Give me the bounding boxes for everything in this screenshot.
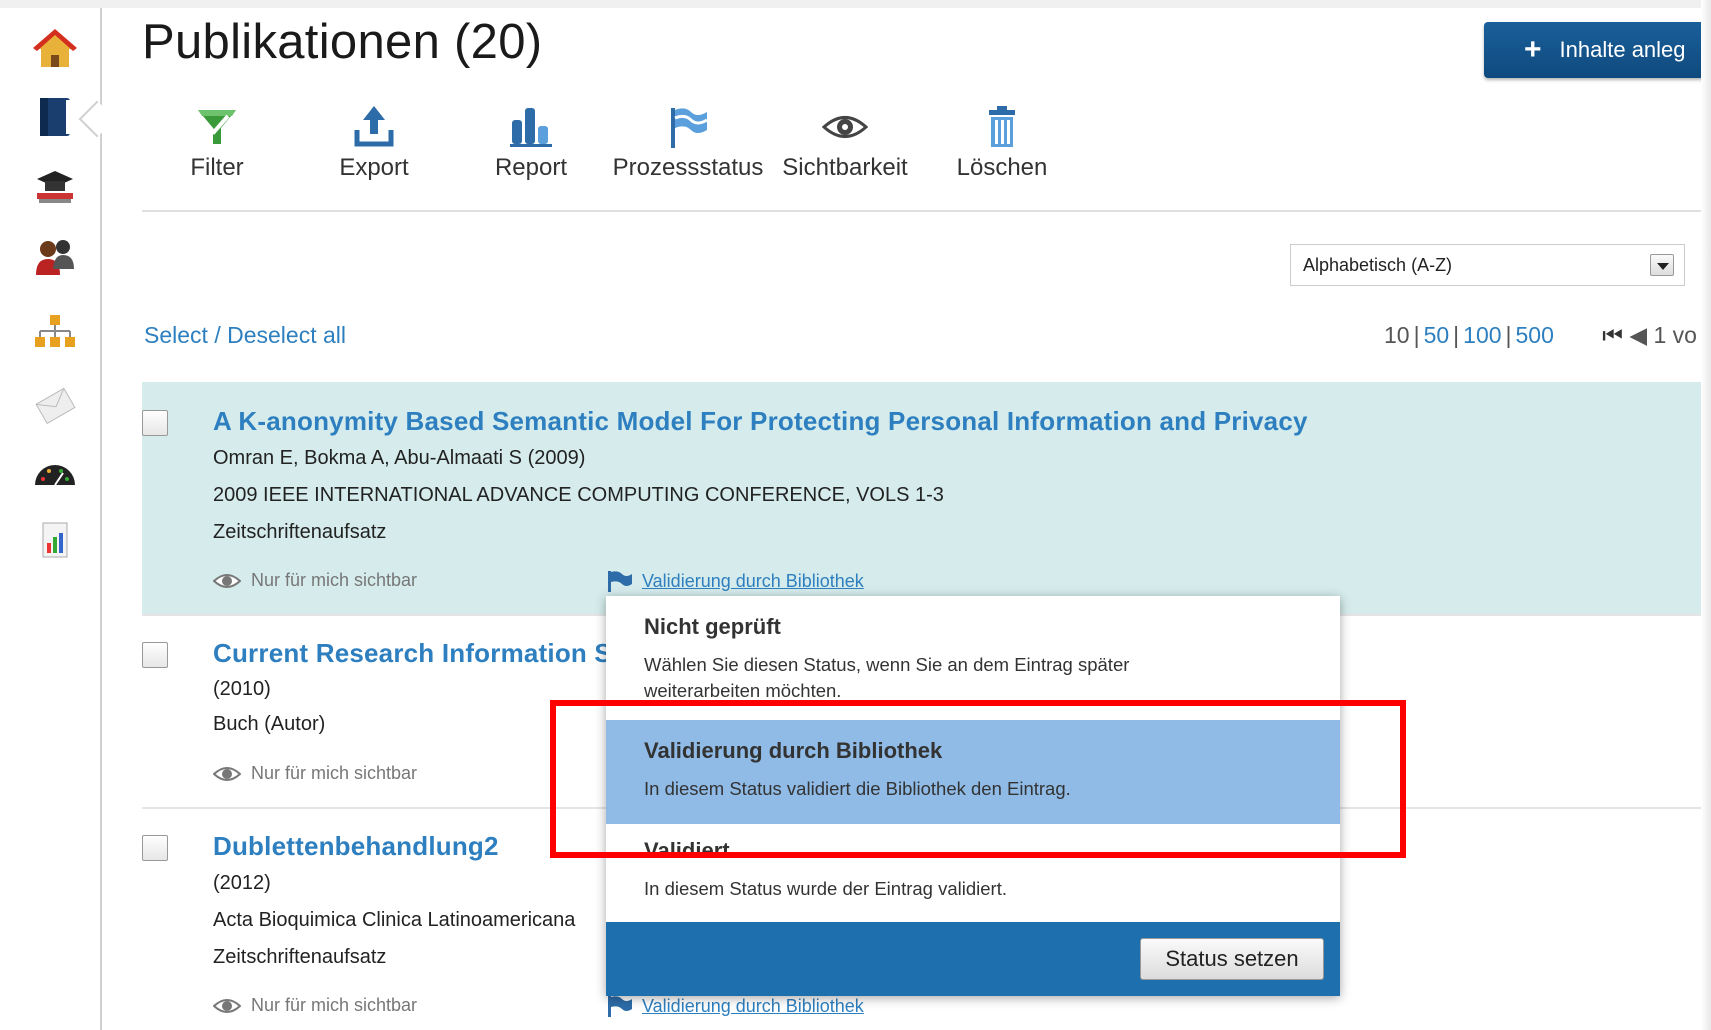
publication-title[interactable]: A K-anonymity Based Semantic Model For P… <box>213 406 1308 437</box>
plus-icon: + <box>1524 33 1542 66</box>
process-status-label: Prozessstatus <box>612 154 764 181</box>
process-status-link[interactable]: Validierung durch Bibliothek <box>606 995 864 1017</box>
window-top-edge <box>0 0 1711 8</box>
visibility-text: Nur für mich sichtbar <box>251 570 418 590</box>
report-chart-icon[interactable] <box>32 518 78 564</box>
delete-button[interactable]: Löschen <box>917 104 1087 182</box>
toolbar-divider <box>142 210 1702 212</box>
process-status-link[interactable]: Validierung durch Bibliothek <box>606 570 864 592</box>
previous-page-icon[interactable]: ◀ <box>1629 322 1647 348</box>
org-chart-icon[interactable] <box>32 308 78 354</box>
page-size-10[interactable]: 10 <box>1384 322 1410 348</box>
visibility-text: Nur für mich sichtbar <box>251 763 418 783</box>
left-sidebar <box>10 8 102 1030</box>
envelope-icon[interactable] <box>32 382 78 428</box>
filter-button[interactable]: Filter <box>132 104 302 182</box>
status-option-description: Wählen Sie diesen Status, wenn Sie an de… <box>644 654 1130 701</box>
publication-title[interactable]: Current Research Information Sy <box>213 638 627 669</box>
first-page-icon[interactable]: ⏮ <box>1602 322 1623 348</box>
publication-source: Acta Bioquimica Clinica Latinoamericana <box>213 909 576 931</box>
select-deselect-all-link[interactable]: Select / Deselect all <box>144 322 346 349</box>
process-status-text: Validierung durch Bibliothek <box>642 570 864 591</box>
flag-icon <box>608 996 632 1017</box>
visibility-button[interactable]: Sichtbarkeit <box>760 104 930 182</box>
report-button[interactable]: Report <box>446 104 616 182</box>
page-size-100[interactable]: 100 <box>1463 322 1501 348</box>
publication-authors: Omran E, Bokma A, Abu-Almaati S (2009) <box>213 447 586 469</box>
eye-icon <box>213 998 241 1013</box>
eye-icon <box>213 573 241 588</box>
page-size-50[interactable]: 50 <box>1424 322 1450 348</box>
process-status-button[interactable]: Prozessstatus <box>603 104 773 182</box>
add-content-button[interactable]: + Inhalte anleg <box>1484 22 1711 78</box>
eye-icon <box>213 766 241 781</box>
page-title: Publikationen (20) <box>142 15 543 69</box>
visibility-status: Nur für mich sichtbar <box>213 995 417 1016</box>
flag-icon <box>671 108 708 148</box>
popup-footer: Status setzen <box>606 922 1340 996</box>
publication-type: Zeitschriftenaufsatz <box>213 521 387 543</box>
add-content-label: Inhalte anleg <box>1559 37 1686 62</box>
export-icon <box>354 106 394 147</box>
book-icon[interactable] <box>32 94 78 140</box>
report-icon <box>510 108 552 147</box>
visibility-text: Nur für mich sichtbar <box>251 995 418 1015</box>
report-label: Report <box>494 154 568 181</box>
annotation-highlight-box <box>550 700 1406 858</box>
filter-label: Filter <box>190 154 244 181</box>
visibility-status: Nur für mich sichtbar <box>213 763 417 784</box>
visibility-label: Sichtbarkeit <box>782 154 908 181</box>
publication-source: 2009 IEEE INTERNATIONAL ADVANCE COMPUTIN… <box>213 484 944 506</box>
page-size-500[interactable]: 500 <box>1516 322 1554 348</box>
flag-icon <box>608 571 632 592</box>
visibility-status: Nur für mich sichtbar <box>213 570 417 591</box>
sort-order-select[interactable]: Alphabetisch (A-Z) <box>1290 244 1685 286</box>
publication-title[interactable]: Dublettenbehandlung2 <box>213 831 499 862</box>
delete-label: Löschen <box>956 154 1048 181</box>
publication-year: (2010) <box>213 678 271 700</box>
pagination: 10 | 50 | 100 | 500 ⏮ ◀ 1 vo <box>1384 322 1697 348</box>
publication-type: Zeitschriftenaufsatz <box>213 946 387 968</box>
page-info: 1 vo <box>1653 322 1697 348</box>
trash-icon <box>989 106 1015 147</box>
publication-type: Buch (Autor) <box>213 713 326 735</box>
process-status-text: Validierung durch Bibliothek <box>642 995 864 1016</box>
dashboard-gauge-icon[interactable] <box>32 452 78 498</box>
row-checkbox[interactable] <box>142 642 168 668</box>
export-button[interactable]: Export <box>289 104 459 182</box>
export-label: Export <box>339 154 409 181</box>
sort-order-value: Alphabetisch (A-Z) <box>1303 255 1453 275</box>
window-right-edge <box>1701 0 1711 1030</box>
eye-icon <box>822 116 868 138</box>
status-option-description: In diesem Status wurde der Eintrag valid… <box>644 878 1007 899</box>
users-icon[interactable] <box>32 234 78 280</box>
chevron-down-icon[interactable] <box>1650 254 1674 276</box>
filter-icon <box>198 110 236 144</box>
publication-year: (2012) <box>213 872 271 894</box>
graduation-cap-icon[interactable] <box>32 162 78 208</box>
status-option-title: Nicht geprüft <box>644 614 781 639</box>
row-checkbox[interactable] <box>142 835 168 861</box>
home-icon[interactable] <box>32 26 78 72</box>
row-checkbox[interactable] <box>142 410 168 436</box>
set-status-button[interactable]: Status setzen <box>1140 938 1324 980</box>
